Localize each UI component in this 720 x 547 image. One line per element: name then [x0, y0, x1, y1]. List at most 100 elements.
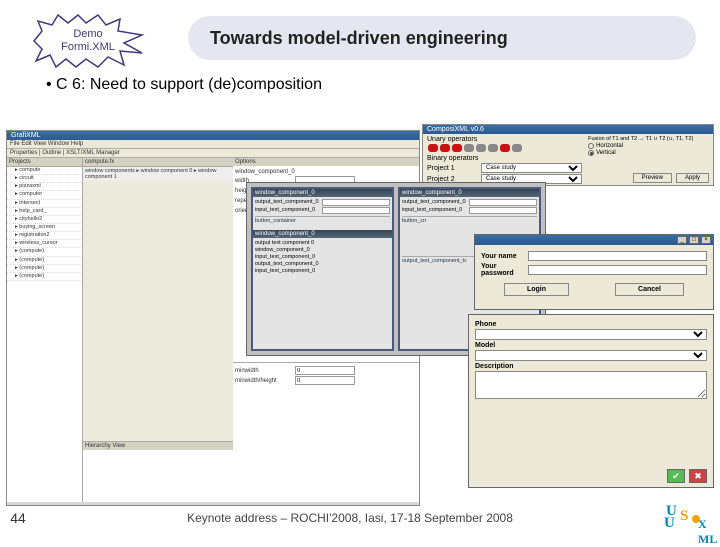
name-label: window_component_0: [235, 169, 295, 175]
apply-button[interactable]: Apply: [676, 173, 709, 183]
minwidth-label: minwidth: [235, 368, 295, 374]
horizontal-label: Horizontal: [596, 143, 623, 149]
ide-menu[interactable]: File Edit View Window Help: [7, 140, 419, 149]
password-input[interactable]: [528, 265, 707, 275]
fusion-text: Fusion of T1 and T2 → T1 ∪ T2 (∪, T1, T2…: [588, 136, 709, 142]
login-window: _ □ × Your name Your password Login Canc…: [474, 234, 714, 310]
editor-canvas[interactable]: [83, 181, 233, 442]
composixml-window: ComposiXML v0.6 Unary operators Binary o…: [422, 124, 714, 186]
p1-row2: input_text_component_0: [255, 207, 322, 214]
name-input[interactable]: [528, 251, 707, 261]
operator-dot[interactable]: [428, 144, 438, 152]
operator-dot[interactable]: [452, 144, 462, 152]
hierarchy-header: Hierarchy View: [83, 442, 233, 450]
demo-badge: Demo Formi.XML: [28, 13, 148, 69]
projects-panel: Projects ▸ compute▸ circuit▸ pizzaxml▸ c…: [7, 158, 83, 502]
footer-text: Keynote address – ROCHI'2008, Iasi, 17-1…: [36, 511, 664, 525]
tree-item[interactable]: ▸ pizzaxml: [7, 183, 82, 191]
p1b-r4: output_text_component_0: [255, 261, 390, 267]
breadcrumb[interactable]: window components ▸ window component 0 ▸…: [83, 167, 233, 181]
p2-inp1[interactable]: [469, 199, 538, 206]
tree-item[interactable]: ▸ intersect: [7, 200, 82, 208]
operator-dots: [427, 144, 582, 154]
operator-dot[interactable]: [488, 144, 498, 152]
tree-item[interactable]: ▸ compute: [7, 167, 82, 175]
bullet: • C 6: Need to support (de)composition: [46, 76, 720, 94]
phone-label: Phone: [475, 321, 707, 328]
ok-button[interactable]: ✔: [667, 469, 685, 483]
minheight-label: minwidth/height: [235, 378, 295, 384]
unary-label: Unary operators: [427, 136, 582, 143]
horizontal-radio[interactable]: [588, 143, 594, 149]
p1-row1: output_text_component_0: [255, 199, 322, 206]
title-pill: Towards model-driven engineering: [188, 16, 696, 60]
slide-footer: 44 Keynote address – ROCHI'2008, Iasi, 1…: [0, 502, 720, 534]
tree-item[interactable]: ▸ help_card_: [7, 208, 82, 216]
slide-header: Demo Formi.XML Towards model-driven engi…: [0, 0, 720, 70]
operator-dot[interactable]: [440, 144, 450, 152]
p2-row2: input_text_component_0: [402, 207, 469, 214]
preview-panel-left: window_component_0 output_text_component…: [251, 187, 394, 351]
name-label: Your name: [481, 253, 528, 260]
usixml-logo: U U S XML: [664, 503, 712, 533]
tree-item[interactable]: ▸ computer: [7, 191, 82, 199]
model-select[interactable]: [475, 350, 707, 361]
minwidth-input[interactable]: [295, 366, 355, 375]
cancel-button[interactable]: Cancel: [615, 283, 684, 296]
editor-tab[interactable]: compute.fx: [83, 158, 233, 167]
slide-title: Towards model-driven engineering: [210, 28, 508, 49]
p1b-r3: input_text_component_0: [255, 254, 390, 260]
composixml-title: ComposiXML v0.6: [423, 125, 713, 134]
password-label: Your password: [481, 263, 528, 277]
project1-select[interactable]: Case study: [481, 163, 582, 173]
tree-item[interactable]: ▸ (compute): [7, 273, 82, 281]
slide-number: 44: [0, 510, 36, 526]
minheight-input[interactable]: [295, 376, 355, 385]
minimize-icon[interactable]: _: [677, 236, 687, 244]
operator-dot[interactable]: [512, 144, 522, 152]
operator-dot[interactable]: [476, 144, 486, 152]
maximize-icon[interactable]: □: [689, 236, 699, 244]
hierarchy-panel: Hierarchy View: [83, 442, 233, 502]
login-titlebar: _ □ ×: [475, 235, 713, 245]
tree-item[interactable]: ▸ (compute): [7, 265, 82, 273]
p2-inp2[interactable]: [469, 207, 538, 214]
p1-inp2[interactable]: [322, 207, 391, 214]
description-textarea[interactable]: [475, 371, 707, 399]
vertical-radio[interactable]: [588, 150, 594, 156]
options-header: Options: [233, 158, 419, 166]
tree-item[interactable]: ▸ buying_screen: [7, 224, 82, 232]
screenshot-zone: ComposiXML v0.6 Unary operators Binary o…: [6, 124, 714, 492]
grafixml-title: GrafiXML: [7, 131, 419, 140]
project-tree[interactable]: ▸ compute▸ circuit▸ pizzaxml▸ computer▸ …: [7, 167, 82, 502]
operator-dot[interactable]: [500, 144, 510, 152]
bullet-text: C 6: Need to support (de)composition: [56, 76, 322, 93]
tree-item[interactable]: ▸ cityhello2: [7, 216, 82, 224]
close-icon[interactable]: ×: [701, 236, 711, 244]
binary-label: Binary operators: [427, 155, 582, 162]
description-label: Description: [475, 363, 707, 370]
tree-item[interactable]: ▸ registration2: [7, 232, 82, 240]
operator-dot[interactable]: [464, 144, 474, 152]
editor-panel: compute.fx window components ▸ window co…: [83, 158, 233, 502]
p1b-r2: window_component_0: [255, 247, 390, 253]
phone-select[interactable]: [475, 329, 707, 340]
p1b-r5: input_text_component_0: [255, 268, 390, 274]
badge-line2: Formi.XML: [61, 41, 115, 54]
preview-panel1b-header: window_component_0: [253, 230, 392, 238]
p1b-r1: output text component 0: [255, 240, 390, 246]
ide-toolbar[interactable]: Properties | Outline | XSLT/XML Manager: [7, 149, 419, 158]
tree-item[interactable]: ▸ (compute): [7, 257, 82, 265]
tree-item[interactable]: ▸ wireless_cursor: [7, 240, 82, 248]
login-button[interactable]: Login: [504, 283, 569, 296]
tree-item[interactable]: ▸ circuit: [7, 175, 82, 183]
preview-button[interactable]: Preview: [633, 173, 672, 183]
preview-panel1-header: window_component_0: [253, 189, 392, 197]
cancel-x-button[interactable]: ✖: [689, 469, 707, 483]
vertical-label: Vertical: [596, 150, 616, 156]
property-window: Phone Model Description ✔ ✖: [468, 314, 714, 488]
preview-panel2-header: window_component_0: [400, 189, 539, 197]
model-label: Model: [475, 342, 707, 349]
p1-inp1[interactable]: [322, 199, 391, 206]
tree-item[interactable]: ▸ (compute): [7, 248, 82, 256]
